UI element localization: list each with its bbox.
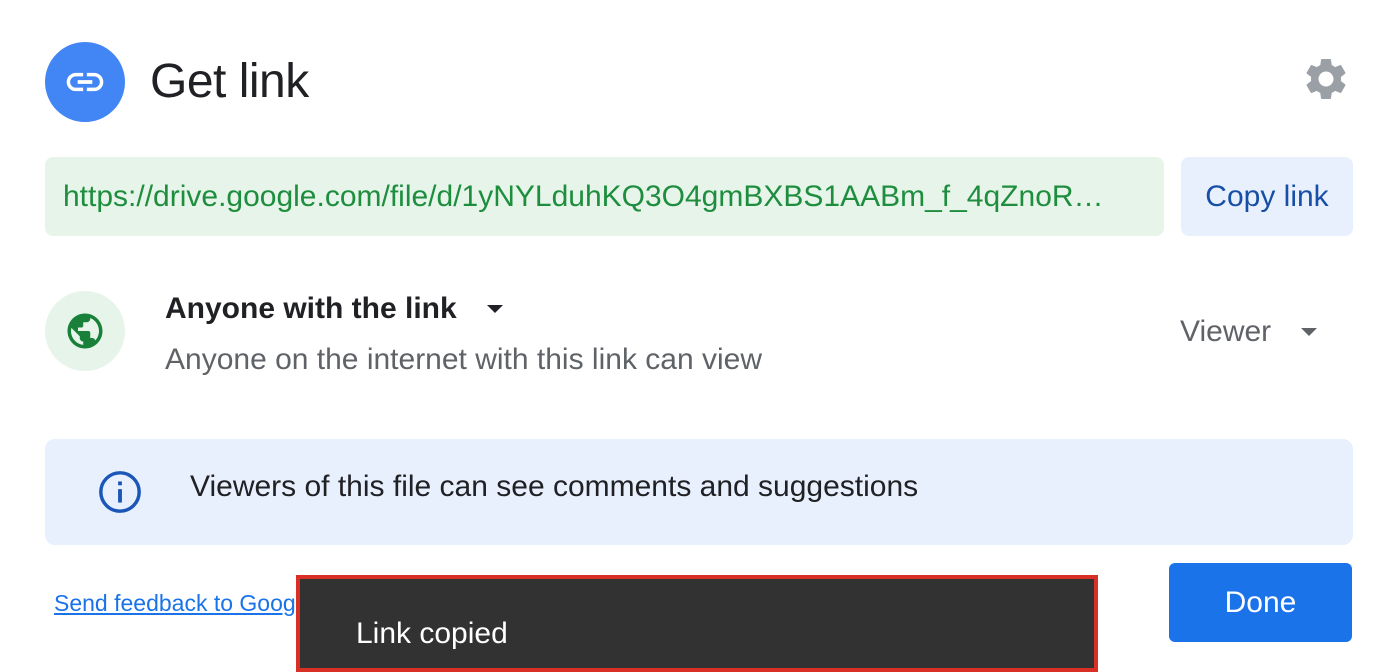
globe-icon [67,313,103,349]
info-banner: Viewers of this file can see comments an… [45,439,1353,545]
link-access-label: Anyone with the link [165,292,457,325]
send-feedback-link[interactable]: Send feedback to Goog [54,588,296,618]
info-icon [99,471,141,513]
copy-link-button[interactable]: Copy link [1181,157,1353,236]
link-access-description: Anyone on the internet with this link ca… [165,343,762,376]
link-url-field[interactable]: https://drive.google.com/file/d/1yNYLduh… [45,157,1164,236]
link-url-text: https://drive.google.com/file/d/1yNYLduh… [63,179,1104,213]
caret-down-icon [486,305,503,313]
info-text: Viewers of this file can see comments an… [190,470,919,503]
toast-message: Link copied [356,617,508,650]
link-icon [66,72,104,92]
globe-avatar [45,291,125,371]
link-avatar [45,42,125,122]
snackbar-toast: Link copied [296,575,1098,672]
settings-button[interactable] [1301,54,1351,104]
role-dropdown[interactable]: Viewer [1180,313,1318,351]
done-button[interactable]: Done [1169,563,1352,642]
dialog-title: Get link [150,55,309,108]
gear-icon [1306,58,1346,99]
link-access-dropdown[interactable]: Anyone with the link [165,290,503,328]
caret-down-icon [1301,328,1318,336]
role-label: Viewer [1180,315,1272,348]
